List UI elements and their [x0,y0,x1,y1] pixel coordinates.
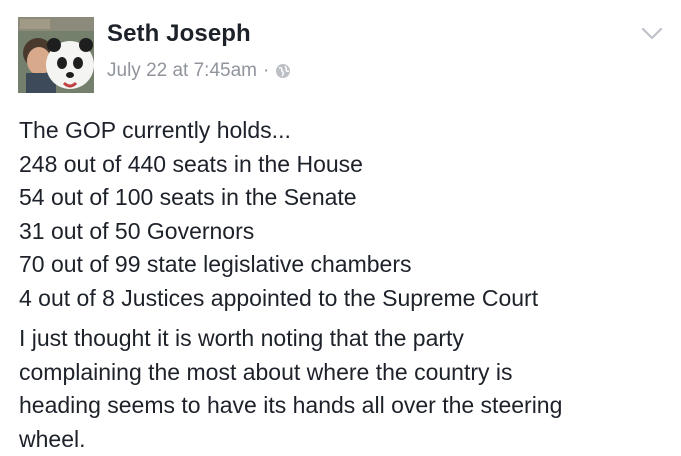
post-line: 54 out of 100 seats in the Senate [19,181,669,215]
post-line: 4 out of 8 Justices appointed to the Sup… [19,282,669,316]
post-paragraph-1: The GOP currently holds... 248 out of 44… [19,114,669,315]
post-line: 248 out of 440 seats in the House [19,148,669,182]
facebook-post: Seth Joseph July 22 at 7:45am · The GOP … [0,0,681,454]
avatar-photo [18,17,94,93]
post-line: The GOP currently holds... [19,114,669,148]
globe-icon[interactable] [275,63,291,79]
post-meta: July 22 at 7:45am · [107,60,291,82]
post-line: I just thought it is worth noting that t… [19,322,669,356]
post-paragraph-2: I just thought it is worth noting that t… [19,322,669,456]
post-timestamp[interactable]: July 22 at 7:45am [107,60,257,82]
avatar[interactable] [18,17,94,93]
post-line: heading seems to have its hands all over… [19,389,669,423]
author-name[interactable]: Seth Joseph [107,20,251,48]
post-body: The GOP currently holds... 248 out of 44… [19,114,669,456]
meta-separator: · [263,60,269,82]
post-line: 31 out of 50 Governors [19,215,669,249]
post-line: complaining the most about where the cou… [19,356,669,390]
post-line: 70 out of 99 state legislative chambers [19,248,669,282]
chevron-down-icon[interactable] [640,26,664,42]
post-line: wheel. [19,423,669,456]
